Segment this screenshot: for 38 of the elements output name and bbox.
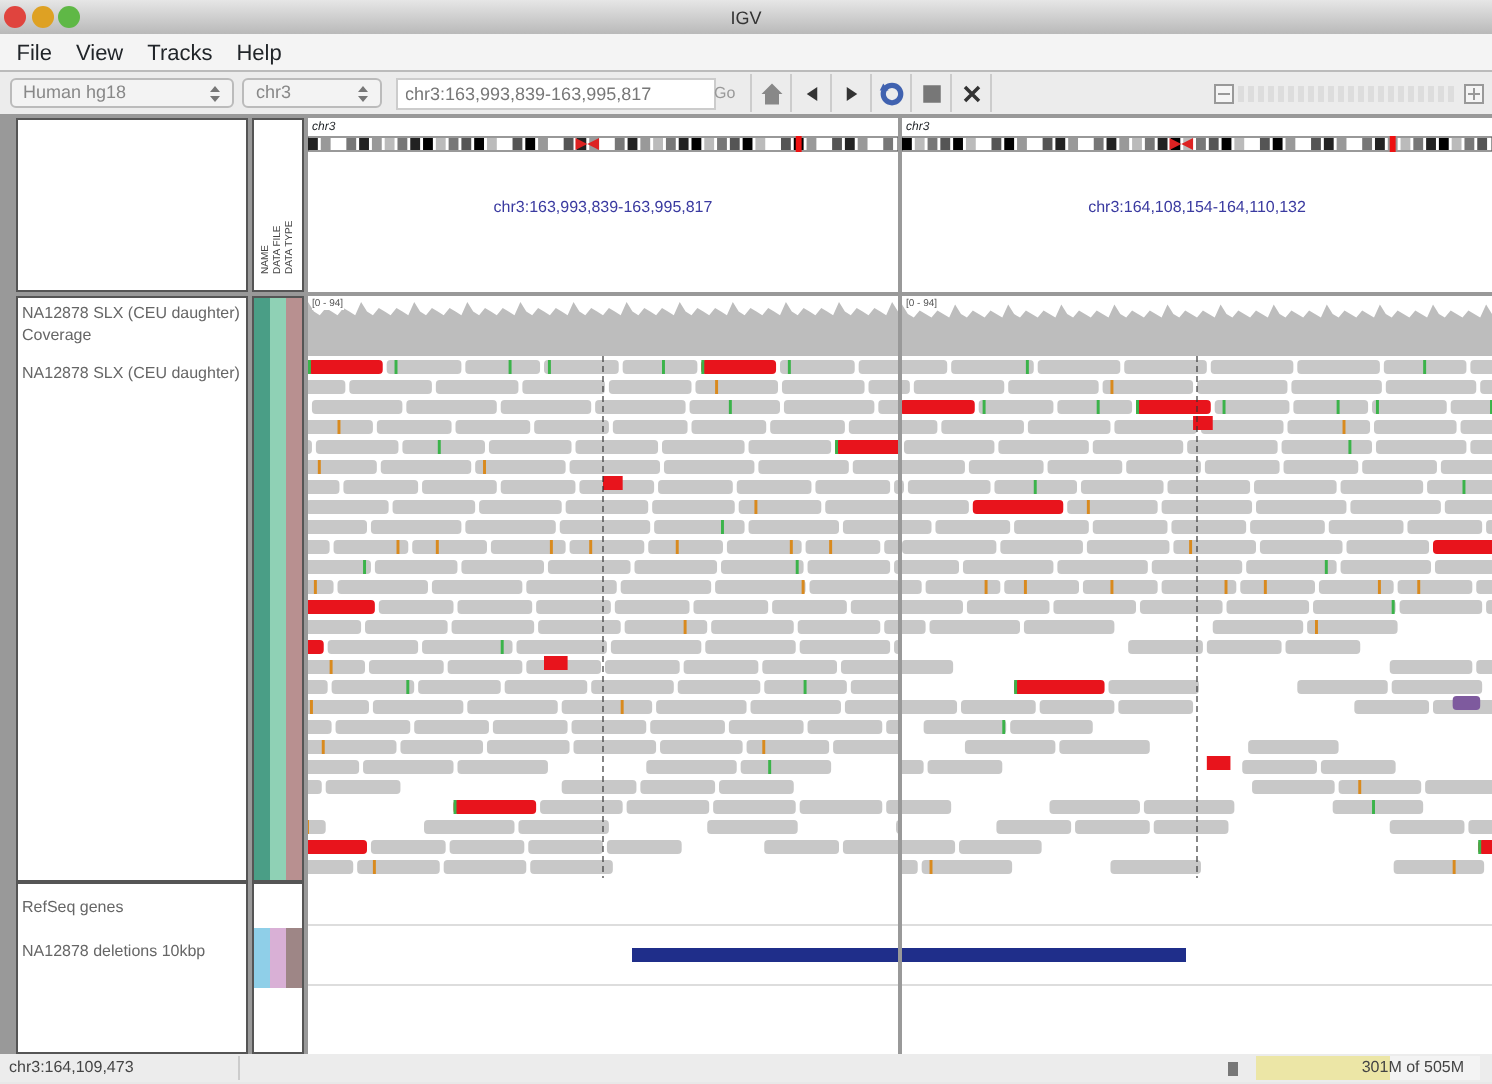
attribute-swatch[interactable] <box>286 298 302 358</box>
locus-label: chr3:163,993,839-163,995,817 <box>491 196 715 220</box>
zoom-button[interactable] <box>57 6 80 28</box>
menu-item[interactable]: View <box>63 34 136 70</box>
attribute-swatch[interactable] <box>286 928 302 988</box>
attribute-swatch[interactable] <box>254 298 270 358</box>
trash-icon[interactable] <box>1226 1060 1240 1076</box>
memory-text: 301M of 505M <box>1361 1058 1464 1078</box>
track-name[interactable]: NA12878 SLX (CEU daughter) <box>18 358 246 388</box>
track-name[interactable]: NA12878 SLX (CEU daughter) Coverage <box>18 298 246 350</box>
menu-item[interactable]: Tracks <box>135 34 225 70</box>
track-name[interactable]: NA12878 deletions 10kbp <box>18 936 246 966</box>
chromosome-dropdown[interactable]: chr3 <box>242 78 382 108</box>
attribute-swatch[interactable] <box>286 358 302 880</box>
zoom-out-icon[interactable] <box>1214 83 1234 103</box>
window-title: IGV <box>730 6 762 32</box>
stepper-icon <box>209 85 219 101</box>
genome-dropdown[interactable]: Human hg18 <box>9 78 233 108</box>
menu-item[interactable]: File <box>4 34 64 70</box>
home-icon[interactable] <box>757 79 786 107</box>
zoom-in-icon[interactable] <box>1463 83 1483 103</box>
locus-label: chr3:164,108,154-164,110,132 <box>1086 196 1308 220</box>
close-button[interactable] <box>4 6 27 28</box>
minimize-button[interactable] <box>31 6 53 28</box>
attribute-swatch[interactable] <box>254 358 270 880</box>
stepper-icon <box>358 85 368 101</box>
status-position: chr3:164,109,473 <box>0 1056 240 1080</box>
attribute-swatch[interactable] <box>270 358 286 880</box>
deletion-feature-bar[interactable] <box>632 948 898 962</box>
menu-item[interactable]: Help <box>224 34 294 70</box>
region-icon[interactable] <box>917 79 946 107</box>
locus-field[interactable]: chr3:163,993,839-163,995,817 <box>395 77 715 109</box>
attribute-swatch[interactable] <box>254 928 270 988</box>
attribute-swatch[interactable] <box>270 928 286 988</box>
track-name[interactable]: RefSeq genes <box>18 892 246 922</box>
deletion-feature-bar[interactable] <box>902 948 1186 962</box>
refresh-icon[interactable] <box>877 79 906 107</box>
attribute-swatch[interactable] <box>270 298 286 358</box>
